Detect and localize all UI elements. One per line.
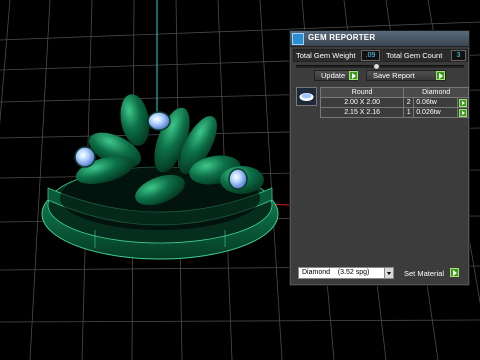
gem-weight: 0.026tw bbox=[413, 107, 458, 118]
set-material-button[interactable]: Set Material bbox=[404, 269, 444, 278]
total-count-label: Total Gem Count bbox=[386, 51, 443, 60]
update-go-icon[interactable] bbox=[349, 71, 358, 80]
table-header-row: Round Diamond bbox=[319, 87, 469, 98]
header-round: Round bbox=[319, 87, 405, 98]
panel-title: GEM REPORTER bbox=[308, 33, 376, 42]
gem-weight: 0.06tw bbox=[413, 97, 458, 108]
table-row[interactable]: 2.15 X 2.16 1 0.026tw bbox=[319, 107, 470, 118]
save-report-label: Save Report bbox=[373, 71, 415, 80]
panel-titlebar[interactable]: GEM REPORTER bbox=[290, 31, 469, 47]
save-report-go-icon[interactable] bbox=[436, 71, 445, 80]
round-diamond-icon bbox=[296, 87, 317, 106]
material-dropdown[interactable]: Diamond (3.52 spg) bbox=[298, 267, 394, 279]
gem-right bbox=[228, 168, 248, 190]
total-weight-label: Total Gem Weight bbox=[296, 51, 356, 60]
set-material-go-icon[interactable] bbox=[450, 268, 459, 277]
total-weight-value: .09 bbox=[361, 50, 380, 61]
gem-size: 2.15 X 2.16 bbox=[319, 107, 405, 118]
gem-center bbox=[147, 111, 171, 131]
gem-size: 2.00 X 2.00 bbox=[319, 97, 405, 108]
gem-reporter-panel: GEM REPORTER Total Gem Weight .09 Total … bbox=[289, 30, 470, 286]
chevron-down-icon[interactable] bbox=[384, 268, 393, 278]
report-slider[interactable] bbox=[296, 63, 464, 70]
save-report-button[interactable]: Save Report bbox=[366, 70, 446, 81]
gem-table: Round Diamond 2.00 X 2.00 2 0.06tw 2.15 … bbox=[319, 87, 470, 118]
row-go-icon[interactable] bbox=[458, 98, 467, 107]
slider-knob[interactable] bbox=[373, 63, 381, 70]
material-selected: Diamond (3.52 spg) bbox=[302, 269, 370, 276]
gem-count: 2 bbox=[403, 97, 415, 108]
header-diamond: Diamond bbox=[403, 87, 469, 98]
row-go-icon[interactable] bbox=[458, 108, 467, 117]
gem-count: 1 bbox=[403, 107, 415, 118]
gem-reporter-icon bbox=[292, 33, 304, 45]
table-row[interactable]: 2.00 X 2.00 2 0.06tw bbox=[319, 97, 470, 108]
update-label: Update bbox=[321, 71, 346, 80]
gem-left bbox=[74, 146, 96, 168]
total-count-value: 3 bbox=[451, 50, 466, 61]
